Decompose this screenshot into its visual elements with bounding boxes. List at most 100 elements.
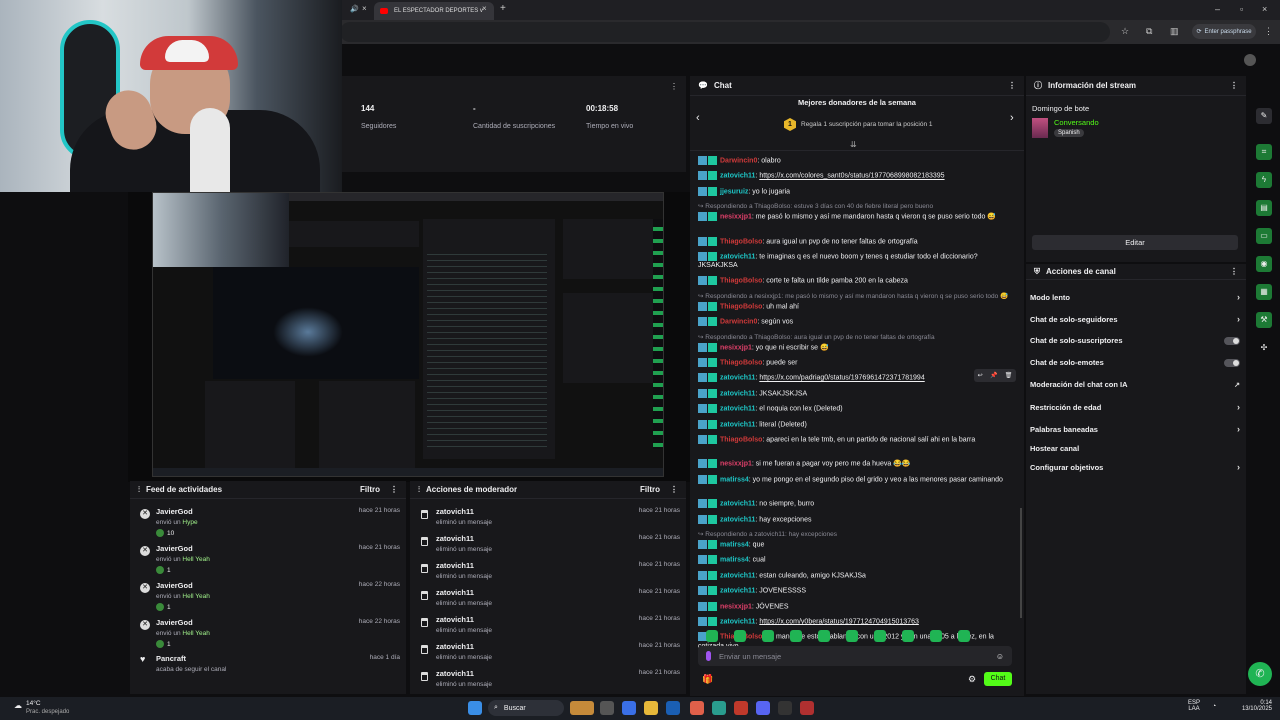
close-tab-icon[interactable]: × <box>362 4 367 13</box>
chat-message[interactable]: zatovich11: JOVENESSSS <box>698 586 1008 596</box>
message-icon[interactable]: ▭ <box>1256 228 1272 244</box>
chat-username[interactable]: ThiagoBolso <box>720 278 762 285</box>
scan-icon[interactable]: ⌗ <box>1256 144 1272 160</box>
widget-icon[interactable] <box>570 701 594 715</box>
stream-category[interactable]: Conversando <box>1054 118 1099 127</box>
edit-button[interactable]: Editar <box>1032 235 1238 250</box>
media-icon[interactable] <box>800 701 814 715</box>
donors-prev-icon[interactable]: ‹ <box>696 112 700 124</box>
activity-filter-button[interactable]: Filtro <box>360 485 380 494</box>
passphrase-button[interactable]: ⟳ Enter passphrase <box>1192 24 1256 39</box>
chat-link[interactable]: https://x.com/colores_sant0s/status/1977… <box>759 173 944 180</box>
chat-message[interactable]: zatovich11: el noquia con lex (Deleted) <box>698 404 1008 414</box>
taskbar-search[interactable]: ⌕ Buscar <box>488 700 564 716</box>
broadcast-icon[interactable]: ◉ <box>1256 256 1272 272</box>
chat-message[interactable]: zatovich11: https://x.com/padriag0/statu… <box>698 373 1008 383</box>
delete-icon[interactable]: 🗑 <box>1005 372 1013 379</box>
action-age-restriction[interactable]: Restricción de edad › <box>1030 402 1240 412</box>
action-ai-moderation[interactable]: Moderación del chat con IA ↗ <box>1030 380 1240 389</box>
app-icon[interactable] <box>734 701 748 715</box>
maximize-icon[interactable]: ▫ <box>1240 4 1243 14</box>
actions-menu-icon[interactable]: ⋮ <box>1230 267 1238 276</box>
chat-username[interactable]: matirss4 <box>720 541 749 548</box>
window-close-icon[interactable]: × <box>1262 4 1267 14</box>
chat-message[interactable]: ThiagoBolso: puede ser <box>698 358 1008 367</box>
action-followers-only[interactable]: Chat de solo-seguidores › <box>1030 314 1240 324</box>
emote-icon[interactable] <box>846 630 858 642</box>
menu-dots-icon[interactable]: ⋮ <box>1264 26 1273 37</box>
close-icon[interactable]: × <box>482 4 487 13</box>
mod-filter-button[interactable]: Filtro <box>640 485 660 494</box>
outlook-icon[interactable] <box>666 701 680 715</box>
chat-username[interactable]: ThiagoBolso <box>720 359 762 366</box>
emote-icon[interactable] <box>902 630 914 642</box>
action-slow-mode[interactable]: Modo lento › <box>1030 292 1240 302</box>
scrollbar[interactable] <box>1020 508 1022 618</box>
chat-username[interactable]: nesixxjp1 <box>720 344 752 351</box>
pin-msg-icon[interactable]: 📌 <box>990 372 997 379</box>
chat-input[interactable]: Enviar un mensaje ☺ <box>698 646 1012 666</box>
emote-icon[interactable] <box>734 630 746 642</box>
feed-user[interactable]: Pancraft <box>156 654 402 663</box>
chat-username[interactable]: zatovich11 <box>720 501 755 508</box>
chat-username[interactable]: ThiagoBolso <box>720 303 762 310</box>
chat-message[interactable]: zatovich11: https://x.com/colores_sant0s… <box>698 171 1008 181</box>
wrench-icon[interactable]: ⚒ <box>1256 312 1272 328</box>
chat-message[interactable]: Darwincin0: según vos <box>698 317 1008 327</box>
settings-icon[interactable]: ⚙ <box>968 674 976 685</box>
chat-message[interactable]: zatovich11: JKSAKJSKJSA <box>698 388 1008 398</box>
emoji-icon[interactable]: ☺ <box>996 652 1004 661</box>
emote-icon[interactable] <box>874 630 886 642</box>
action-banned-words[interactable]: Palabras baneadas › <box>1030 424 1240 434</box>
discord-icon[interactable] <box>756 701 770 715</box>
chat-message[interactable]: zatovich11: no siempre, burro <box>698 499 1008 509</box>
emote-icon[interactable] <box>790 630 802 642</box>
clock[interactable]: 0:14 13/10/2025 <box>1236 700 1272 712</box>
chat-username[interactable]: zatovich11 <box>720 421 755 428</box>
wifi-icon[interactable]: ◔ <box>1212 703 1216 710</box>
chat-message[interactable]: Darwincin0: olabro <box>698 156 1008 165</box>
chat-message[interactable]: ThiagoBolso: apareci en la tele tmb, en … <box>698 435 1008 453</box>
bolt-icon[interactable]: ϟ <box>1256 172 1272 188</box>
chat-message[interactable]: ThiagoBolso: aura igual un pvp de no ten… <box>698 236 1008 246</box>
chat-message[interactable]: matirss4: cual <box>698 555 1008 565</box>
chat-message[interactable]: jjesuruiz: yo lo jugaria <box>698 186 1008 196</box>
reply-icon[interactable]: ↩ <box>978 372 983 379</box>
chat-username[interactable]: zatovich11 <box>720 516 755 523</box>
minimize-icon[interactable]: – <box>1215 4 1220 14</box>
edit-icon[interactable]: ✎ <box>1256 108 1272 124</box>
start-icon[interactable] <box>468 701 482 715</box>
info-menu-icon[interactable]: ⋮ <box>1230 81 1238 90</box>
chat-message[interactable]: nesixxjp1: yo que ni escribir se 😅 <box>698 342 1008 352</box>
chat-message[interactable]: zatovich11: estan culeando, amigo KJSAKJ… <box>698 570 1008 580</box>
chat-username[interactable]: matirss4 <box>720 557 749 564</box>
emote-icon[interactable] <box>930 630 942 642</box>
sidebar-icon[interactable]: ▥ <box>1170 26 1179 37</box>
obs-icon[interactable] <box>778 701 792 715</box>
chat-link[interactable]: https://x.com/y0bera/status/197712470491… <box>759 618 919 625</box>
chat-message[interactable]: zatovich11: hay excepciones <box>698 514 1008 524</box>
emote-icon[interactable] <box>762 630 774 642</box>
new-tab-icon[interactable]: + <box>500 3 506 14</box>
activity-menu-icon[interactable]: ⋮ <box>390 485 398 494</box>
chat-message[interactable]: nesixxjp1: si me fueran a pagar voy pero… <box>698 459 1008 469</box>
chat-username[interactable]: zatovich11 <box>720 173 755 180</box>
chat-username[interactable]: nesixxjp1 <box>720 461 752 468</box>
speaker-icon[interactable]: 🔊 <box>350 5 359 13</box>
language-indicator[interactable]: ESP LAA <box>1188 700 1200 712</box>
chat-username[interactable]: Darwincin0 <box>720 157 757 164</box>
weather-temp[interactable]: 14°C <box>26 700 41 707</box>
action-subscribers-only[interactable]: Chat de solo-suscriptores <box>1030 336 1240 345</box>
emote-icon[interactable] <box>818 630 830 642</box>
explorer-icon[interactable] <box>644 701 658 715</box>
emote-icon[interactable] <box>706 630 718 642</box>
action-configure-goals[interactable]: Configurar objetivos › <box>1030 462 1240 472</box>
chat-message[interactable]: matirss4: que <box>698 540 1008 549</box>
donors-next-icon[interactable]: › <box>1010 112 1014 124</box>
action-host-channel[interactable]: Hostear canal <box>1030 444 1240 453</box>
mod-menu-icon[interactable]: ⋮ <box>670 485 678 494</box>
chat-username[interactable]: zatovich11 <box>720 618 755 625</box>
chat-username[interactable]: zatovich11 <box>720 406 755 413</box>
chat-username[interactable]: nesixxjp1 <box>720 214 752 221</box>
mic-icon[interactable] <box>706 651 711 661</box>
